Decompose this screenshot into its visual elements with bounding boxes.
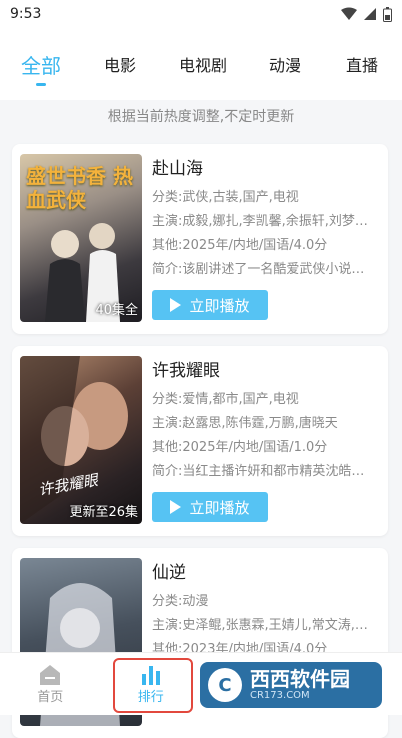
item-intro: 简介:当红主播许妍和都市精英沈皓…	[152, 460, 382, 484]
item-info: 仙逆 分类:动漫 主演:史泽鲲,张惠霖,王婧儿,常文涛,… 其他:2023年/内…	[152, 556, 382, 662]
tab-label: 直播	[346, 52, 378, 76]
tab-all[interactable]: 全部	[0, 28, 82, 100]
item-info: 许我耀眼 分类:爱情,都市,国产,电视 主演:赵露思,陈伟霆,万鹏,唐晓天 其他…	[152, 354, 382, 484]
tab-label: 电视剧	[179, 52, 227, 76]
category-tabs: 全部 电影 电视剧 动漫 直播	[0, 28, 402, 100]
tab-label: 电影	[104, 52, 136, 76]
play-button[interactable]: 立即播放	[152, 290, 268, 320]
poster-art	[20, 356, 142, 524]
item-title[interactable]: 赴山海	[152, 152, 382, 186]
play-button-label: 立即播放	[189, 295, 249, 316]
ranking-subtitle: 根据当前热度调整,不定时更新	[0, 106, 402, 126]
signal-icon	[363, 7, 377, 21]
poster-image[interactable]: 许我耀眼 更新至26集	[20, 356, 142, 524]
poster-title-text: 盛世书香 热血武侠	[26, 164, 136, 212]
nav-home[interactable]: 首页	[0, 653, 101, 715]
nav-label: 首页	[37, 686, 63, 705]
watermark: C 西西软件园 CR173.COM	[200, 662, 382, 708]
list-item[interactable]: 许我耀眼 更新至26集 许我耀眼 分类:爱情,都市,国产,电视 主演:赵露思,陈…	[12, 346, 388, 536]
watermark-site: CR173.COM	[250, 690, 350, 702]
list-item[interactable]: 盛世书香 热血武侠 40集全 赴山海 分类:武侠,古装,国产,电视 主演:成毅,…	[12, 144, 388, 334]
play-icon	[170, 500, 181, 514]
episode-badge: 更新至26集	[69, 501, 138, 520]
battery-icon	[383, 7, 392, 22]
item-other: 其他:2025年/内地/国语/1.0分	[152, 436, 382, 460]
item-title[interactable]: 许我耀眼	[152, 354, 382, 388]
poster-image[interactable]: 盛世书香 热血武侠 40集全	[20, 154, 142, 322]
tab-label: 全部	[21, 50, 61, 79]
highlight-box	[113, 658, 193, 713]
status-time: 9:53	[10, 6, 341, 22]
home-icon	[38, 664, 62, 686]
episode-badge: 40集全	[95, 299, 138, 318]
tab-movie[interactable]: 电影	[82, 28, 158, 100]
item-info: 赴山海 分类:武侠,古装,国产,电视 主演:成毅,娜扎,李凯馨,余振轩,刘梦… …	[152, 152, 382, 282]
item-category: 分类:动漫	[152, 590, 382, 614]
nav-ranking[interactable]: 排行	[101, 653, 202, 715]
item-cast: 主演:史泽鲲,张惠霖,王婧儿,常文涛,…	[152, 614, 382, 638]
tab-tv[interactable]: 电视剧	[158, 28, 248, 100]
item-cast: 主演:赵露思,陈伟霆,万鹏,唐晓天	[152, 412, 382, 436]
wifi-icon	[341, 7, 357, 21]
play-button[interactable]: 立即播放	[152, 492, 268, 522]
play-button-label: 立即播放	[189, 497, 249, 518]
play-icon	[170, 298, 181, 312]
item-other: 其他:2025年/内地/国语/4.0分	[152, 234, 382, 258]
item-title[interactable]: 仙逆	[152, 556, 382, 590]
watermark-name: 西西软件园	[250, 668, 350, 690]
tab-label: 动漫	[269, 52, 301, 76]
item-cast: 主演:成毅,娜扎,李凯馨,余振轩,刘梦…	[152, 210, 382, 234]
watermark-logo-icon: C	[208, 668, 242, 702]
tab-live[interactable]: 直播	[322, 28, 402, 100]
item-category: 分类:爱情,都市,国产,电视	[152, 388, 382, 412]
tab-anime[interactable]: 动漫	[248, 28, 322, 100]
tab-active-indicator	[36, 83, 46, 86]
item-category: 分类:武侠,古装,国产,电视	[152, 186, 382, 210]
status-bar: 9:53	[0, 0, 402, 28]
item-intro: 简介:该剧讲述了一名酷爱武侠小说…	[152, 258, 382, 282]
